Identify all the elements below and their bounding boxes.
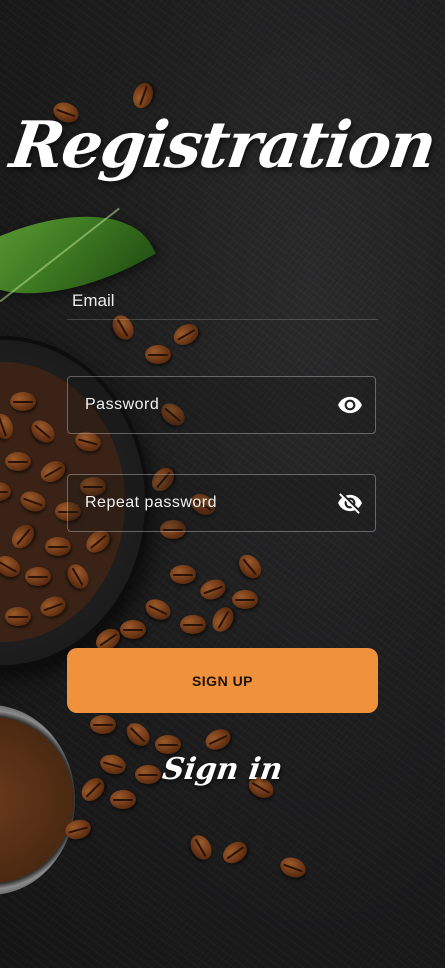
password-field[interactable] xyxy=(67,376,376,434)
password-input[interactable] xyxy=(68,395,335,415)
email-field[interactable] xyxy=(67,319,378,320)
repeat-password-field[interactable] xyxy=(67,474,376,532)
sign-up-button[interactable]: SIGN UP xyxy=(67,648,378,713)
coffee-bean xyxy=(120,620,146,639)
repeat-password-input[interactable] xyxy=(68,493,335,513)
coffee-bean xyxy=(170,565,196,584)
coffee-bean xyxy=(90,715,116,734)
eye-off-icon[interactable] xyxy=(335,488,365,518)
coffee-bean xyxy=(232,590,258,609)
sign-in-link[interactable]: Sign in xyxy=(0,752,445,787)
coffee-bean xyxy=(180,615,206,634)
email-label: Email xyxy=(72,291,115,310)
eye-icon[interactable] xyxy=(335,390,365,420)
coffee-bean xyxy=(145,345,171,364)
page-title: Registration xyxy=(5,108,440,183)
coffee-bean xyxy=(110,790,136,809)
